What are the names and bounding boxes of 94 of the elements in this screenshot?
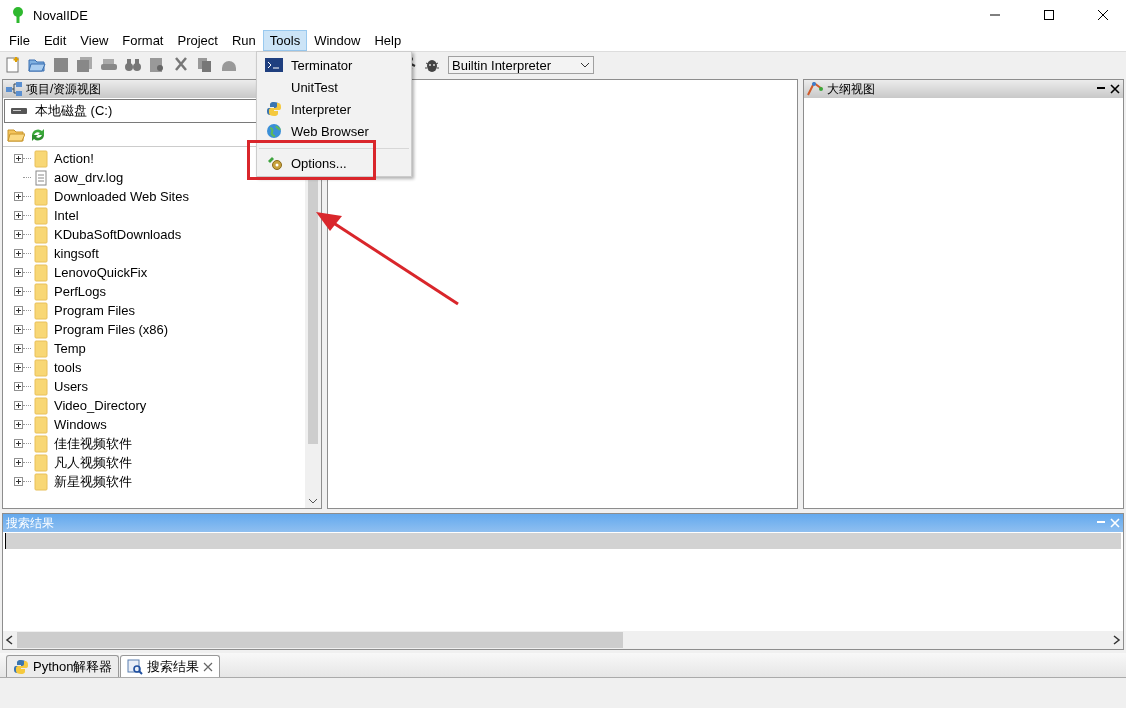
panel-tab[interactable]: Python解释器 <box>6 655 120 677</box>
horizontal-scrollbar[interactable] <box>3 631 1123 649</box>
menu-option[interactable]: Terminator <box>291 57 353 73</box>
tree-item[interactable]: PerfLogs <box>54 284 107 299</box>
folder-icon <box>34 434 48 453</box>
panel-title: 搜索结果 <box>6 514 54 532</box>
folder-icon <box>34 320 48 339</box>
expand-icon[interactable] <box>14 439 23 448</box>
copy-icon[interactable] <box>196 56 214 74</box>
menu-item[interactable]: Tools <box>262 30 308 51</box>
hierarchy-icon <box>6 82 22 96</box>
menu-item[interactable]: Help <box>367 30 409 51</box>
menu-item[interactable]: Window <box>307 30 368 51</box>
expand-icon[interactable] <box>14 249 23 258</box>
tree-item[interactable]: Windows <box>54 417 107 432</box>
folder-icon <box>34 282 48 301</box>
folder-icon <box>34 339 48 358</box>
window-title: NovalIDE <box>33 7 89 23</box>
expand-icon[interactable] <box>14 268 23 277</box>
expand-icon[interactable] <box>14 230 23 239</box>
close-icon <box>1097 9 1109 21</box>
binoculars-icon[interactable] <box>124 56 142 74</box>
folder-icon <box>34 377 48 396</box>
panel-tab[interactable]: 搜索结果 <box>120 655 221 677</box>
tree-item[interactable]: Users <box>54 379 88 394</box>
tree-item[interactable]: Action! <box>54 151 94 166</box>
folder-icon <box>34 225 48 244</box>
expand-icon[interactable] <box>14 325 23 334</box>
tree-item[interactable]: Temp <box>54 341 86 356</box>
menu-option[interactable]: Web Browser <box>291 123 369 139</box>
folder-icon <box>34 149 48 168</box>
panel-title: 项目/资源视图 <box>26 80 102 98</box>
globe-icon <box>266 123 282 139</box>
interpreter-dropdown[interactable]: Builtin Interpreter <box>448 56 594 74</box>
folder-icon <box>34 453 48 472</box>
tree-item[interactable]: kingsoft <box>54 246 99 261</box>
scroll-down-icon[interactable] <box>307 498 318 504</box>
logo-icon <box>11 6 25 24</box>
folder-icon <box>34 244 48 263</box>
python-icon <box>266 101 282 117</box>
folder-icon <box>34 301 48 320</box>
expand-icon[interactable] <box>14 192 23 201</box>
menu-item[interactable]: Project <box>170 30 225 51</box>
tree-item[interactable]: Intel <box>54 208 79 223</box>
expand-icon[interactable] <box>14 420 23 429</box>
folder-icon <box>34 415 48 434</box>
close-icon[interactable] <box>1110 84 1120 94</box>
expand-icon[interactable] <box>14 306 23 315</box>
menu-option[interactable]: Options... <box>291 155 347 171</box>
menu-item[interactable]: Run <box>224 30 263 51</box>
folder-icon <box>34 187 48 206</box>
open-folder-icon[interactable] <box>28 56 46 74</box>
document-icon <box>34 169 48 186</box>
expand-icon[interactable] <box>14 211 23 220</box>
gear-icon <box>266 155 284 171</box>
chevron-down-icon <box>580 62 590 68</box>
expand-icon[interactable] <box>14 401 23 410</box>
python-icon <box>13 658 29 675</box>
terminal-icon <box>265 58 283 72</box>
search-results-icon <box>127 658 144 675</box>
tree-item[interactable]: Program Files (x86) <box>54 322 169 337</box>
tree-item[interactable]: Downloaded Web Sites <box>54 189 189 204</box>
outline-icon <box>807 82 824 96</box>
expand-icon[interactable] <box>14 154 23 163</box>
folder-icon <box>34 206 48 225</box>
tree-item[interactable]: Program Files <box>54 303 135 318</box>
maximize-icon <box>1043 9 1055 21</box>
drive-icon <box>11 106 27 116</box>
folder-icon <box>34 396 48 415</box>
tree-item[interactable]: KDubaSoftDownloads <box>54 227 182 242</box>
refresh-icon[interactable] <box>29 127 47 143</box>
folder-icon <box>34 358 48 377</box>
tree-item[interactable]: Video_Directory <box>54 398 147 413</box>
menu-item[interactable]: Format <box>115 30 171 51</box>
tree-item[interactable]: 凡人视频软件 <box>54 453 132 472</box>
expand-icon[interactable] <box>14 287 23 296</box>
tree-item[interactable]: 新星视频软件 <box>54 472 132 491</box>
menu-option[interactable]: UnitTest <box>291 79 338 95</box>
tree-item[interactable]: aow_drv.log <box>54 170 124 185</box>
tree-item[interactable]: tools <box>54 360 82 375</box>
folder-icon <box>34 472 48 491</box>
menu-item[interactable]: File <box>2 30 37 51</box>
bug-icon[interactable] <box>424 57 440 73</box>
folder-icon <box>34 263 48 282</box>
panel-title: 大纲视图 <box>827 80 876 98</box>
expand-icon[interactable] <box>14 363 23 372</box>
expand-icon[interactable] <box>14 477 23 486</box>
expand-icon[interactable] <box>14 382 23 391</box>
menu-item[interactable]: View <box>73 30 116 51</box>
tree-item[interactable]: 佳佳视频软件 <box>54 434 132 453</box>
expand-icon[interactable] <box>14 344 23 353</box>
expand-icon[interactable] <box>14 458 23 467</box>
menu-item[interactable]: Edit <box>36 30 74 51</box>
tree-item[interactable]: LenovoQuickFix <box>54 265 148 280</box>
